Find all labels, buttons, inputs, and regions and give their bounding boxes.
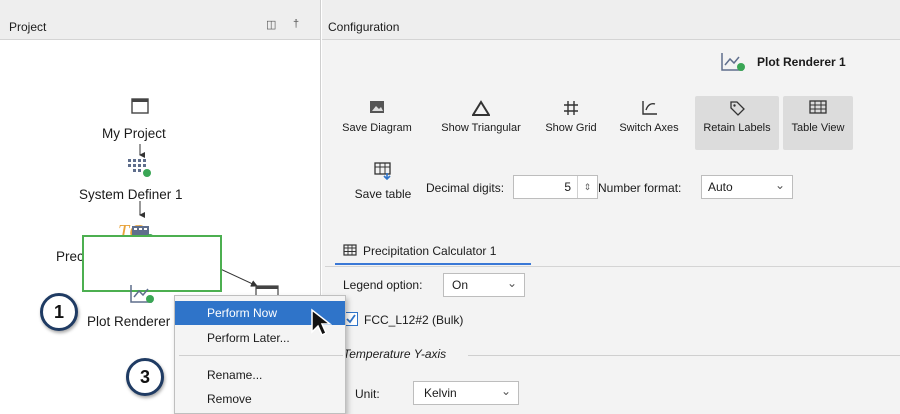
show-triangular-label: Show Triangular [441,122,521,134]
save-diagram-label: Save Diagram [342,122,412,134]
grid-icon [564,101,578,115]
triangle-icon [471,100,491,116]
unit-label: Unit: [355,387,380,401]
group-divider [468,355,900,356]
table-view-button[interactable]: Table View [783,96,853,150]
menu-item-remove[interactable]: Remove [175,387,345,411]
callout-3: 3 [126,358,164,396]
unit-select[interactable]: Kelvin ⌄ [413,381,519,405]
save-table-label: Save table [354,187,412,201]
project-icon[interactable] [131,98,149,114]
tab-divider [325,266,900,267]
decimal-digits-spinner[interactable]: 5 ⇕ [513,175,598,199]
tree-node-my-project[interactable]: My Project [102,126,166,141]
tree-node-system-definer[interactable]: System Definer 1 [79,187,183,202]
save-table-button[interactable]: Save table [348,162,418,208]
tag-icon [730,101,745,116]
menu-separator [179,355,343,356]
callout-1: 1 [40,293,78,331]
number-format-label: Number format: [598,181,682,195]
chevron-down-icon: ⌄ [506,276,517,290]
switch-axes-button[interactable]: Switch Axes [609,96,689,150]
retain-labels-button[interactable]: Retain Labels [695,96,779,150]
save-diagram-button[interactable]: Save Diagram [328,96,426,150]
table-icon [809,100,827,114]
legend-option-select[interactable]: On ⌄ [443,273,525,297]
mouse-cursor-icon [311,308,332,337]
plot-renderer-heading-icon [721,53,745,71]
configuration-panel-header: Configuration [322,0,900,40]
table-view-label: Table View [791,122,845,134]
legend-option-label: Legend option: [343,278,423,292]
switch-axes-icon [642,101,657,115]
show-triangular-button[interactable]: Show Triangular [431,96,531,150]
y-axis-group-label: Temperature Y-axis [343,347,447,361]
decimal-digits-label: Decimal digits: [426,181,505,195]
chevron-down-icon: ⌄ [500,384,511,398]
show-grid-label: Show Grid [545,122,597,134]
number-format-value: Auto [708,180,733,194]
series-checkbox[interactable] [344,312,358,326]
unit-value: Kelvin [424,386,457,400]
tab-label: Precipitation Calculator 1 [363,244,497,258]
image-icon [370,101,384,113]
number-format-select[interactable]: Auto ⌄ [701,175,793,199]
tree-node-plot-renderer[interactable]: Plot Renderer 1 [87,314,182,329]
spinner-arrows-icon[interactable]: ⇕ [577,176,597,198]
renderer-name-heading: Plot Renderer 1 [757,55,846,69]
configuration-panel-title: Configuration [328,20,400,34]
checkmark-icon [346,314,356,324]
table-icon [343,244,357,256]
series-checkbox-label: FCC_L12#2 (Bulk) [364,313,464,327]
menu-item-rename[interactable]: Rename... [175,363,345,387]
tab-precipitation-calculator[interactable]: Precipitation Calculator 1 [335,236,531,265]
chevron-down-icon: ⌄ [774,178,785,192]
system-definer-icon[interactable] [127,157,153,179]
show-grid-button[interactable]: Show Grid [536,96,606,150]
decimal-digits-value: 5 [564,180,571,194]
save-table-icon [374,162,391,181]
retain-labels-label: Retain Labels [703,122,771,134]
switch-axes-label: Switch Axes [619,122,679,134]
plot-renderer-icon[interactable] [130,284,156,304]
legend-option-value: On [452,278,469,292]
